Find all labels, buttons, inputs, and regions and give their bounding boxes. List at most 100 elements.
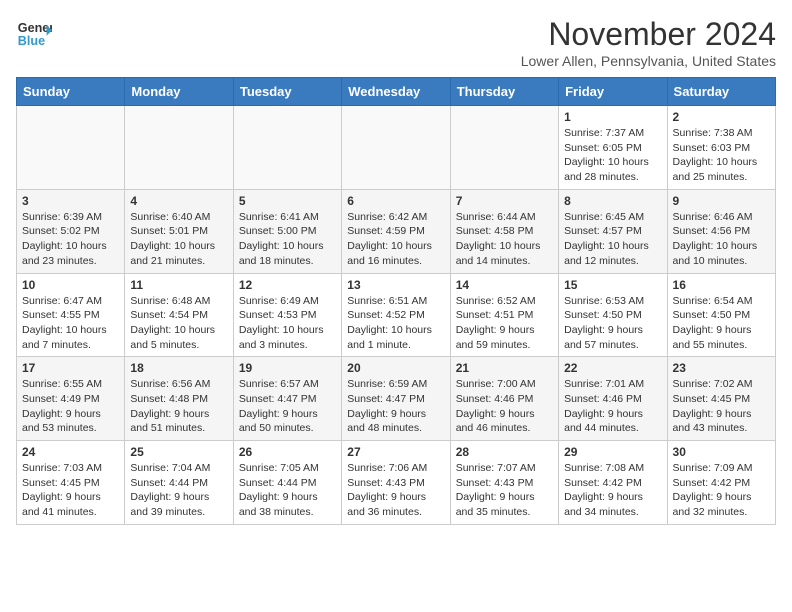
- calendar-cell: 4 Sunrise: 6:40 AM Sunset: 5:01 PM Daylig…: [125, 189, 233, 273]
- day-info: Sunrise: 6:39 AM Sunset: 5:02 PM Dayligh…: [22, 210, 119, 269]
- calendar-week-4: 17 Sunrise: 6:55 AM Sunset: 4:49 PM Dayli…: [17, 357, 776, 441]
- day-info: Sunrise: 7:04 AM Sunset: 4:44 PM Dayligh…: [130, 461, 227, 520]
- calendar-table: SundayMondayTuesdayWednesdayThursdayFrid…: [16, 77, 776, 525]
- calendar-header-row: SundayMondayTuesdayWednesdayThursdayFrid…: [17, 78, 776, 106]
- calendar-week-2: 3 Sunrise: 6:39 AM Sunset: 5:02 PM Daylig…: [17, 189, 776, 273]
- day-number: 21: [456, 361, 553, 375]
- calendar-cell: [342, 106, 450, 190]
- calendar-cell: 26 Sunrise: 7:05 AM Sunset: 4:44 PM Dayli…: [233, 441, 341, 525]
- day-number: 10: [22, 278, 119, 292]
- calendar-cell: 16 Sunrise: 6:54 AM Sunset: 4:50 PM Dayli…: [667, 273, 775, 357]
- day-number: 3: [22, 194, 119, 208]
- calendar-cell: 17 Sunrise: 6:55 AM Sunset: 4:49 PM Dayli…: [17, 357, 125, 441]
- calendar-cell: 28Sunrise: 7:07 AM Sunset: 4:43 PM Dayli…: [450, 441, 558, 525]
- day-info: Sunrise: 7:06 AM Sunset: 4:43 PM Dayligh…: [347, 461, 444, 520]
- day-info: Sunrise: 6:54 AM Sunset: 4:50 PM Dayligh…: [673, 294, 770, 353]
- calendar-cell: 23 Sunrise: 7:02 AM Sunset: 4:45 PM Dayli…: [667, 357, 775, 441]
- calendar-week-5: 24 Sunrise: 7:03 AM Sunset: 4:45 PM Dayli…: [17, 441, 776, 525]
- day-info: Sunrise: 6:53 AM Sunset: 4:50 PM Dayligh…: [564, 294, 661, 353]
- day-number: 23: [673, 361, 770, 375]
- day-number: 30: [673, 445, 770, 459]
- calendar-cell: 8 Sunrise: 6:45 AM Sunset: 4:57 PM Daylig…: [559, 189, 667, 273]
- day-info: Sunrise: 6:47 AM Sunset: 4:55 PM Dayligh…: [22, 294, 119, 353]
- day-number: 15: [564, 278, 661, 292]
- day-number: 7: [456, 194, 553, 208]
- month-title: November 2024: [521, 16, 776, 53]
- calendar-cell: 21 Sunrise: 7:00 AM Sunset: 4:46 PM Dayli…: [450, 357, 558, 441]
- day-number: 25: [130, 445, 227, 459]
- day-info: Sunrise: 7:01 AM Sunset: 4:46 PM Dayligh…: [564, 377, 661, 436]
- calendar-cell: 30Sunrise: 7:09 AM Sunset: 4:42 PM Dayli…: [667, 441, 775, 525]
- calendar-cell: 3 Sunrise: 6:39 AM Sunset: 5:02 PM Daylig…: [17, 189, 125, 273]
- calendar-cell: 18 Sunrise: 6:56 AM Sunset: 4:48 PM Dayli…: [125, 357, 233, 441]
- day-number: 4: [130, 194, 227, 208]
- day-number: 29: [564, 445, 661, 459]
- day-number: 8: [564, 194, 661, 208]
- day-info: Sunrise: 7:38 AM Sunset: 6:03 PM Dayligh…: [673, 126, 770, 185]
- logo-icon: General Blue: [16, 16, 52, 52]
- day-number: 18: [130, 361, 227, 375]
- logo: General Blue: [16, 16, 52, 52]
- day-info: Sunrise: 7:37 AM Sunset: 6:05 PM Dayligh…: [564, 126, 661, 185]
- calendar-cell: [125, 106, 233, 190]
- day-number: 19: [239, 361, 336, 375]
- calendar-cell: 19Sunrise: 6:57 AM Sunset: 4:47 PM Dayli…: [233, 357, 341, 441]
- calendar-cell: 10 Sunrise: 6:47 AM Sunset: 4:55 PM Dayli…: [17, 273, 125, 357]
- day-number: 17: [22, 361, 119, 375]
- calendar-cell: 9Sunrise: 6:46 AM Sunset: 4:56 PM Daylig…: [667, 189, 775, 273]
- calendar-cell: 25 Sunrise: 7:04 AM Sunset: 4:44 PM Dayli…: [125, 441, 233, 525]
- day-number: 26: [239, 445, 336, 459]
- day-number: 5: [239, 194, 336, 208]
- calendar-cell: 12 Sunrise: 6:49 AM Sunset: 4:53 PM Dayli…: [233, 273, 341, 357]
- calendar-cell: 7 Sunrise: 6:44 AM Sunset: 4:58 PM Daylig…: [450, 189, 558, 273]
- col-header-wednesday: Wednesday: [342, 78, 450, 106]
- svg-text:Blue: Blue: [18, 34, 45, 48]
- title-block: November 2024 Lower Allen, Pennsylvania,…: [521, 16, 776, 69]
- day-number: 16: [673, 278, 770, 292]
- day-number: 9: [673, 194, 770, 208]
- col-header-sunday: Sunday: [17, 78, 125, 106]
- day-info: Sunrise: 6:59 AM Sunset: 4:47 PM Dayligh…: [347, 377, 444, 436]
- day-number: 24: [22, 445, 119, 459]
- calendar-cell: 5 Sunrise: 6:41 AM Sunset: 5:00 PM Daylig…: [233, 189, 341, 273]
- day-info: Sunrise: 6:56 AM Sunset: 4:48 PM Dayligh…: [130, 377, 227, 436]
- day-info: Sunrise: 6:45 AM Sunset: 4:57 PM Dayligh…: [564, 210, 661, 269]
- col-header-tuesday: Tuesday: [233, 78, 341, 106]
- day-info: Sunrise: 6:49 AM Sunset: 4:53 PM Dayligh…: [239, 294, 336, 353]
- col-header-thursday: Thursday: [450, 78, 558, 106]
- day-info: Sunrise: 6:40 AM Sunset: 5:01 PM Dayligh…: [130, 210, 227, 269]
- calendar-cell: 14 Sunrise: 6:52 AM Sunset: 4:51 PM Dayli…: [450, 273, 558, 357]
- calendar-cell: [450, 106, 558, 190]
- calendar-cell: 13 Sunrise: 6:51 AM Sunset: 4:52 PM Dayli…: [342, 273, 450, 357]
- day-info: Sunrise: 7:08 AM Sunset: 4:42 PM Dayligh…: [564, 461, 661, 520]
- location: Lower Allen, Pennsylvania, United States: [521, 53, 776, 69]
- day-number: 22: [564, 361, 661, 375]
- day-info: Sunrise: 6:51 AM Sunset: 4:52 PM Dayligh…: [347, 294, 444, 353]
- day-number: 14: [456, 278, 553, 292]
- day-info: Sunrise: 6:44 AM Sunset: 4:58 PM Dayligh…: [456, 210, 553, 269]
- calendar-cell: 27Sunrise: 7:06 AM Sunset: 4:43 PM Dayli…: [342, 441, 450, 525]
- day-info: Sunrise: 6:52 AM Sunset: 4:51 PM Dayligh…: [456, 294, 553, 353]
- day-number: 13: [347, 278, 444, 292]
- calendar-cell: 1 Sunrise: 7:37 AM Sunset: 6:05 PM Daylig…: [559, 106, 667, 190]
- calendar-cell: 15 Sunrise: 6:53 AM Sunset: 4:50 PM Dayli…: [559, 273, 667, 357]
- day-number: 20: [347, 361, 444, 375]
- day-info: Sunrise: 7:02 AM Sunset: 4:45 PM Dayligh…: [673, 377, 770, 436]
- day-number: 2: [673, 110, 770, 124]
- day-info: Sunrise: 7:00 AM Sunset: 4:46 PM Dayligh…: [456, 377, 553, 436]
- calendar-cell: 2 Sunrise: 7:38 AM Sunset: 6:03 PM Daylig…: [667, 106, 775, 190]
- day-info: Sunrise: 7:05 AM Sunset: 4:44 PM Dayligh…: [239, 461, 336, 520]
- calendar-cell: 6Sunrise: 6:42 AM Sunset: 4:59 PM Daylig…: [342, 189, 450, 273]
- page-header: General Blue November 2024 Lower Allen, …: [16, 16, 776, 69]
- calendar-cell: 24 Sunrise: 7:03 AM Sunset: 4:45 PM Dayli…: [17, 441, 125, 525]
- day-info: Sunrise: 6:41 AM Sunset: 5:00 PM Dayligh…: [239, 210, 336, 269]
- day-number: 11: [130, 278, 227, 292]
- col-header-monday: Monday: [125, 78, 233, 106]
- day-info: Sunrise: 6:55 AM Sunset: 4:49 PM Dayligh…: [22, 377, 119, 436]
- day-number: 12: [239, 278, 336, 292]
- calendar-cell: 20 Sunrise: 6:59 AM Sunset: 4:47 PM Dayli…: [342, 357, 450, 441]
- day-number: 1: [564, 110, 661, 124]
- day-info: Sunrise: 7:07 AM Sunset: 4:43 PM Dayligh…: [456, 461, 553, 520]
- day-number: 6: [347, 194, 444, 208]
- day-info: Sunrise: 7:03 AM Sunset: 4:45 PM Dayligh…: [22, 461, 119, 520]
